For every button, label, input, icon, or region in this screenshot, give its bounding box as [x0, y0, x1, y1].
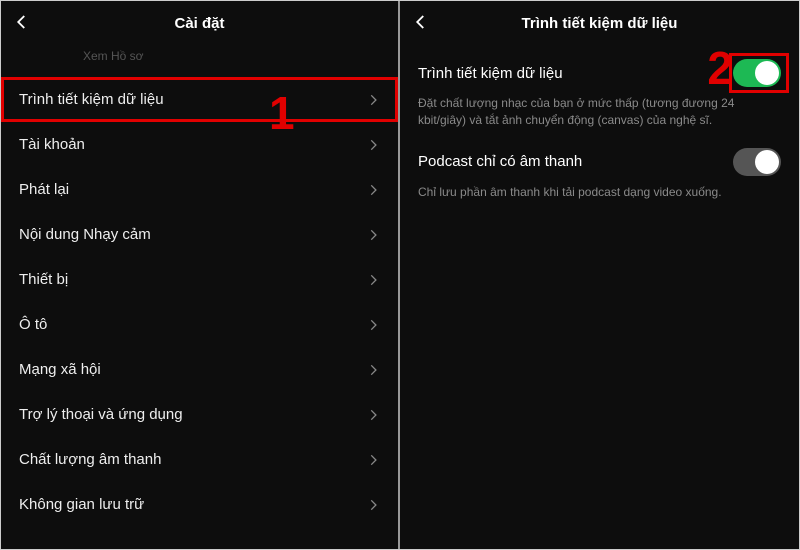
- toggle-on[interactable]: [733, 59, 781, 87]
- settings-item[interactable]: Mạng xã hội: [1, 347, 398, 392]
- chevron-right-icon: [366, 408, 380, 422]
- chevron-right-icon: [366, 273, 380, 287]
- view-profile-label: Xem Hồ sơ: [83, 49, 398, 63]
- setting-row: Podcast chỉ có âm thanh: [418, 148, 781, 176]
- header: Trình tiết kiệm dữ liệu: [400, 1, 799, 45]
- settings-item[interactable]: Chất lượng âm thanh: [1, 437, 398, 482]
- settings-item-label: Trợ lý thoại và ứng dụng: [19, 406, 183, 423]
- settings-item-label: Chất lượng âm thanh: [19, 451, 161, 468]
- settings-item[interactable]: Không gian lưu trữ: [1, 482, 398, 527]
- setting-section: Trình tiết kiệm dữ liệu Đặt chất lượng nh…: [400, 45, 799, 134]
- chevron-right-icon: [366, 453, 380, 467]
- settings-item-label: Trình tiết kiệm dữ liệu: [19, 91, 164, 108]
- chevron-right-icon: [366, 183, 380, 197]
- settings-item[interactable]: Thiết bị: [1, 257, 398, 302]
- settings-item[interactable]: Nội dung Nhạy cảm: [1, 212, 398, 257]
- settings-item-label: Ô tô: [19, 316, 47, 333]
- setting-description: Đặt chất lượng nhạc của bạn ở mức thấp (…: [418, 95, 781, 130]
- settings-item[interactable]: Ô tô: [1, 302, 398, 347]
- page-title: Cài đặt: [174, 15, 224, 32]
- data-saver-panel: Trình tiết kiệm dữ liệu Trình tiết kiệm …: [400, 1, 799, 549]
- chevron-right-icon: [366, 363, 380, 377]
- setting-section: Podcast chỉ có âm thanh Chỉ lưu phần âm t…: [400, 134, 799, 205]
- settings-list: Trình tiết kiệm dữ liệu Tài khoản Phát lại…: [1, 77, 398, 527]
- settings-item-label: Tài khoản: [19, 136, 85, 153]
- setting-row: Trình tiết kiệm dữ liệu: [418, 59, 781, 87]
- settings-panel: Cài đặt Xem Hồ sơ Trình tiết kiệm dữ liệ…: [1, 1, 400, 549]
- toggle-off[interactable]: [733, 148, 781, 176]
- settings-item-label: Nội dung Nhạy cảm: [19, 226, 151, 243]
- settings-item[interactable]: Trợ lý thoại và ứng dụng: [1, 392, 398, 437]
- chevron-right-icon: [366, 318, 380, 332]
- settings-item-label: Không gian lưu trữ: [19, 496, 144, 513]
- back-icon[interactable]: [412, 13, 432, 33]
- setting-description: Chỉ lưu phần âm thanh khi tải podcast dạ…: [418, 184, 781, 201]
- settings-item-label: Phát lại: [19, 181, 69, 198]
- setting-title: Podcast chỉ có âm thanh: [418, 153, 582, 170]
- header: Cài đặt: [1, 1, 398, 45]
- settings-item[interactable]: Phát lại: [1, 167, 398, 212]
- back-icon[interactable]: [13, 13, 33, 33]
- setting-title: Trình tiết kiệm dữ liệu: [418, 65, 563, 82]
- chevron-right-icon: [366, 498, 380, 512]
- chevron-right-icon: [366, 93, 380, 107]
- settings-item-label: Thiết bị: [19, 271, 68, 288]
- chevron-right-icon: [366, 228, 380, 242]
- settings-item[interactable]: Trình tiết kiệm dữ liệu: [1, 77, 398, 122]
- settings-item[interactable]: Tài khoản: [1, 122, 398, 167]
- toggle-knob: [755, 61, 779, 85]
- page-title: Trình tiết kiệm dữ liệu: [522, 15, 678, 32]
- chevron-right-icon: [366, 138, 380, 152]
- settings-item-label: Mạng xã hội: [19, 361, 101, 378]
- toggle-knob: [755, 150, 779, 174]
